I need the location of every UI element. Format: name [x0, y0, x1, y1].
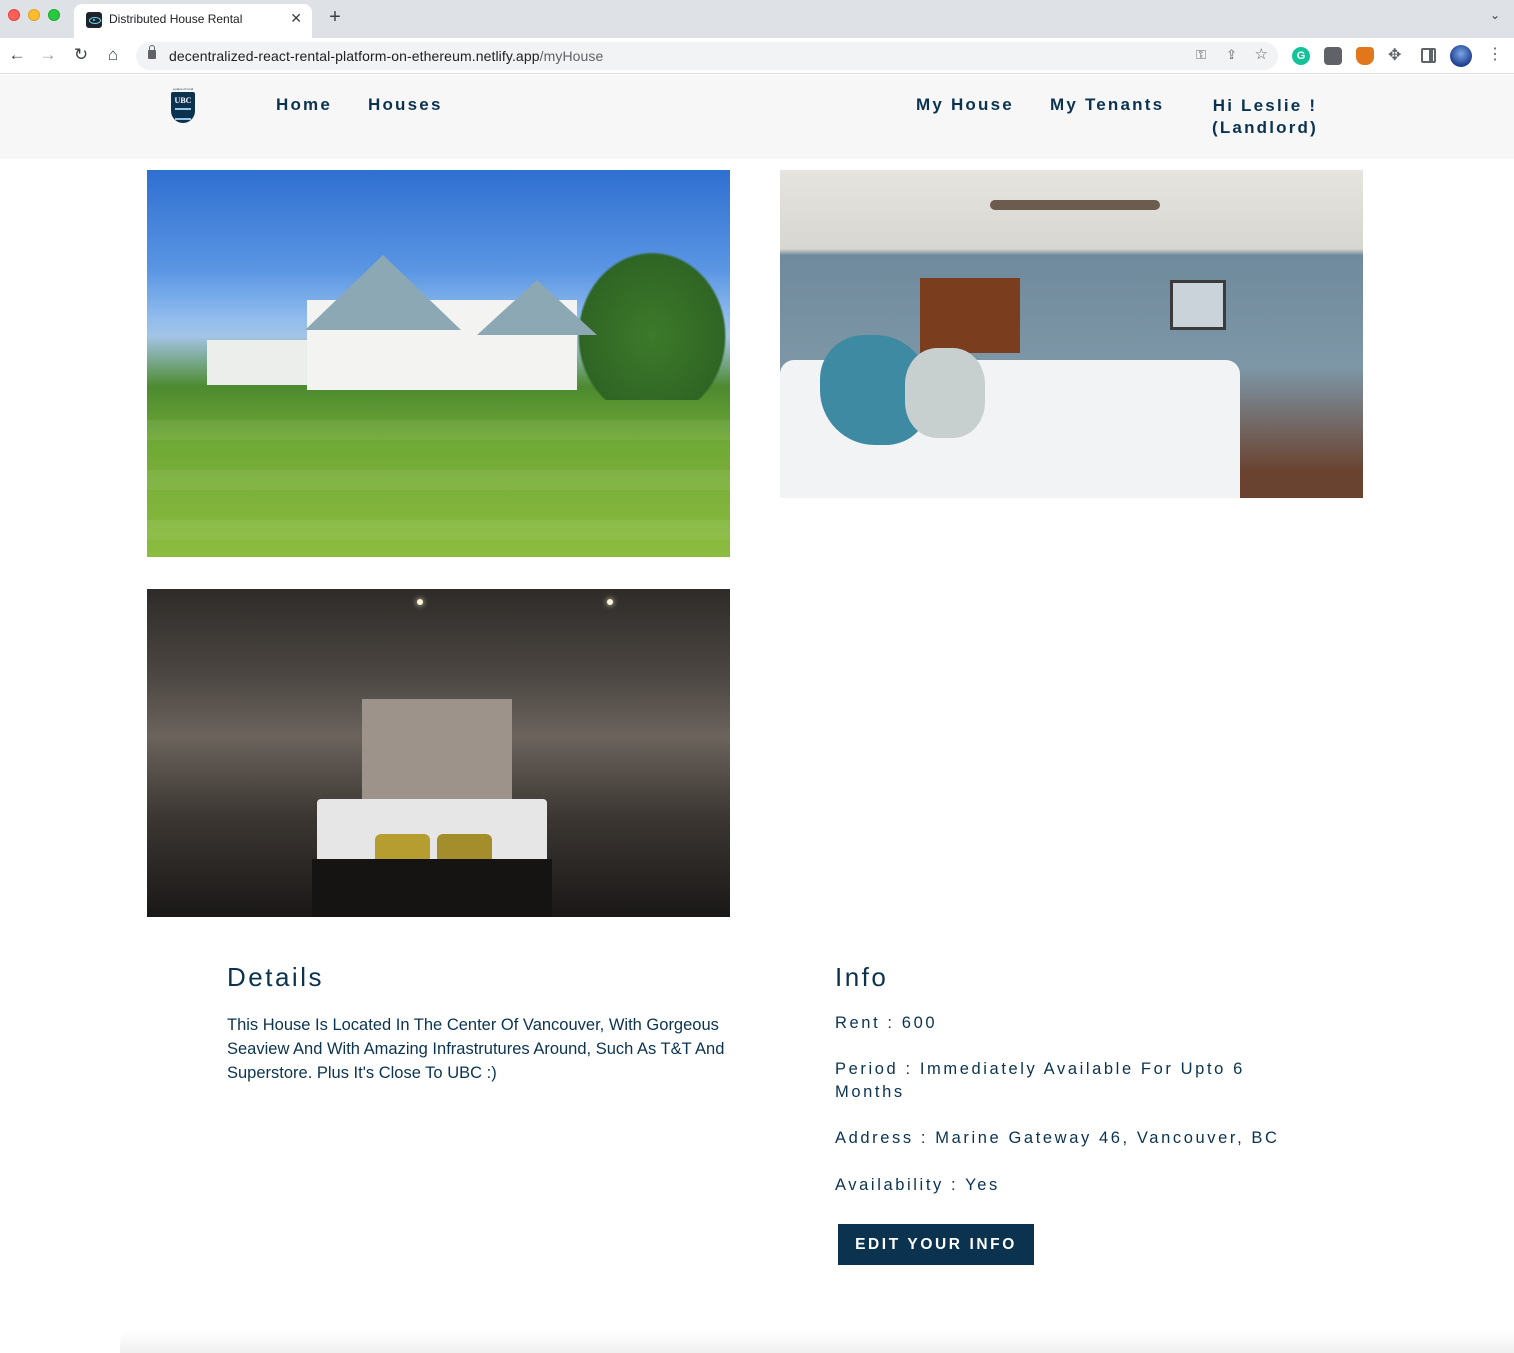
ceiling-light — [607, 599, 613, 605]
tab-title: Distributed House Rental — [109, 12, 243, 26]
wall-frame-shape — [1170, 280, 1226, 330]
back-icon[interactable]: ← — [6, 44, 28, 66]
ubc-logo[interactable]: a place of mind UBC — [170, 87, 196, 123]
lawn-stripe — [147, 470, 730, 490]
user-greeting: Hi Leslie ! — [1212, 96, 1318, 115]
new-tab-button[interactable]: + — [325, 6, 345, 29]
info-availability: Availability : Yes — [835, 1176, 1000, 1194]
react-favicon-icon — [86, 12, 102, 28]
headboard-shape — [362, 699, 512, 799]
url-host: decentralized-react-rental-platform-on-e… — [169, 48, 540, 64]
minimize-window-button[interactable] — [28, 9, 40, 21]
house-roof-right-shape — [477, 280, 597, 335]
share-icon[interactable]: ⇪ — [1226, 47, 1237, 63]
nav-my-tenants-link[interactable]: My Tenants — [1050, 95, 1164, 115]
details-heading: Details — [227, 962, 324, 992]
lawn-stripe — [147, 420, 730, 440]
nav-my-house-link[interactable]: My House — [916, 95, 1014, 115]
info-address: Address : Marine Gateway 46, Vancouver, … — [835, 1129, 1280, 1147]
logo-text: UBC — [174, 96, 192, 105]
info-period: Period : Immediately Available For Upto … — [835, 1060, 1245, 1101]
forward-icon[interactable]: → — [37, 44, 59, 66]
key-icon[interactable]: ⚿ — [1196, 47, 1206, 63]
side-panel-icon[interactable] — [1421, 48, 1436, 63]
bedroom-photo — [780, 170, 1363, 498]
address-bar[interactable]: decentralized-react-rental-platform-on-e… — [136, 42, 1278, 70]
profile-avatar[interactable] — [1450, 45, 1472, 67]
url-text[interactable]: decentralized-react-rental-platform-on-e… — [169, 48, 603, 64]
menu-icon[interactable]: ⋮ — [1487, 44, 1503, 64]
browser-tab[interactable]: Distributed House Rental ✕ — [74, 4, 312, 38]
metamask-icon[interactable] — [1356, 47, 1374, 65]
house-exterior-photo — [147, 170, 730, 557]
home-icon[interactable]: ⌂ — [102, 44, 124, 66]
close-window-button[interactable] — [8, 9, 20, 21]
house-roof-left-shape — [305, 255, 461, 330]
url-path: /myHouse — [539, 48, 604, 64]
browser-tab-bar: Distributed House Rental ✕ + ⌄ — [0, 0, 1514, 38]
bench-shape — [312, 859, 552, 917]
footer-edge — [120, 1330, 1514, 1353]
edit-info-button[interactable]: EDIT YOUR INFO — [838, 1224, 1034, 1265]
extension-icon[interactable] — [1324, 47, 1342, 65]
nav-home-link[interactable]: Home — [276, 95, 332, 115]
maximize-window-button[interactable] — [48, 9, 60, 21]
dark-bedroom-photo — [147, 589, 730, 917]
details-description: This House Is Located In The Center Of V… — [227, 1016, 725, 1082]
info-heading: Info — [835, 962, 889, 992]
logo-tagline: a place of mind — [172, 87, 194, 91]
pillow-shape — [905, 348, 985, 438]
ceiling-fan-shape — [990, 200, 1160, 210]
puzzle-icon[interactable]: ✥ — [1388, 45, 1401, 65]
lock-icon[interactable] — [148, 45, 156, 59]
dresser-shape — [920, 278, 1020, 353]
star-icon[interactable]: ☆ — [1255, 45, 1268, 63]
user-role: (Landlord) — [1211, 118, 1319, 137]
info-rent: Rent : 600 — [835, 1014, 938, 1032]
grammarly-icon[interactable]: G — [1292, 47, 1310, 65]
tab-close-icon[interactable]: ✕ — [290, 10, 302, 27]
site-navbar: a place of mind UBC Home Houses My House… — [0, 75, 1514, 159]
house-wing-shape — [207, 340, 317, 385]
browser-toolbar: ← → ↻ ⌂ decentralized-react-rental-platf… — [0, 38, 1514, 74]
nav-user-greeting[interactable]: Hi Leslie ! (Landlord) — [1200, 95, 1330, 139]
reload-icon[interactable]: ↻ — [70, 44, 92, 66]
tab-search-chevron-icon[interactable]: ⌄ — [1490, 8, 1500, 22]
lawn-stripe — [147, 520, 730, 540]
nav-houses-link[interactable]: Houses — [368, 95, 443, 115]
shield-icon: UBC — [171, 92, 195, 123]
ceiling-light — [417, 599, 423, 605]
